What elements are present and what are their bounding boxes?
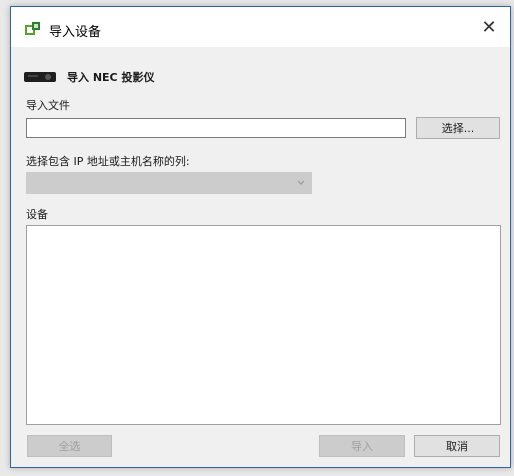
import-button-label: 导入 <box>351 440 373 453</box>
browse-button[interactable]: 选择... <box>416 117 500 139</box>
import-file-label: 导入文件 <box>26 99 70 112</box>
title-bar: 导入设备 ✕ <box>11 7 510 47</box>
column-select-label: 选择包含 IP 地址或主机名称的列: <box>26 155 190 168</box>
header-title: 导入 NEC 投影仪 <box>67 71 155 84</box>
column-select[interactable] <box>26 172 312 194</box>
cancel-button[interactable]: 取消 <box>414 435 500 457</box>
device-list[interactable] <box>26 225 501 425</box>
chevron-down-icon <box>297 180 305 185</box>
dialog-title: 导入设备 <box>49 25 102 40</box>
import-button[interactable]: 导入 <box>319 435 405 457</box>
import-devices-dialog: 导入设备 ✕ 导入 NEC 投影仪 导入文件 选择... 选择包含 IP 地址或… <box>10 6 511 468</box>
projector-icon <box>24 72 56 82</box>
devices-label: 设备 <box>26 208 48 221</box>
import-file-input[interactable] <box>26 118 406 138</box>
close-icon[interactable]: ✕ <box>481 17 496 38</box>
select-all-button[interactable]: 全选 <box>27 435 112 457</box>
device-manager-icon <box>25 22 40 35</box>
browse-button-label: 选择... <box>441 122 475 135</box>
close-button[interactable]: ✕ <box>468 7 510 47</box>
cancel-button-label: 取消 <box>446 440 468 453</box>
select-all-button-label: 全选 <box>58 440 81 453</box>
